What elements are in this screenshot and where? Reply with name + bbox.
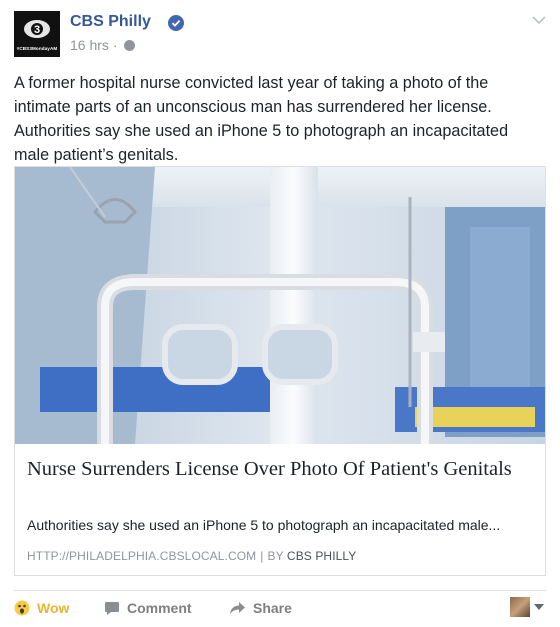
avatar-tag: #CBS3MondayAM [16,46,58,51]
link-domain: HTTP://PHILADELPHIA.CBSLOCAL.COM [27,549,257,563]
source-separator: | [260,549,264,563]
comment-icon [105,601,119,615]
meta-separator: · [112,37,118,53]
page-avatar[interactable]: 3 #CBS3MondayAM [14,11,60,57]
svg-text:3: 3 [34,24,40,36]
page-name-link[interactable]: CBS Philly [70,13,151,31]
caret-down-icon [534,604,544,610]
share-button[interactable]: Share [229,596,292,620]
link-preview-body[interactable]: Nurse Surrenders License Over Photo Of P… [15,444,545,575]
post-card: 3 #CBS3MondayAM CBS Philly 16 hrs · A fo… [0,0,560,627]
wow-reaction-button[interactable]: Wow [14,596,69,620]
link-preview-image[interactable] [15,167,545,444]
wow-label: Wow [37,600,70,616]
verified-badge-icon [168,15,184,31]
wow-emoji-icon [14,600,30,616]
actor-avatar [510,597,530,617]
link-preview-card[interactable]: Nurse Surrenders License Over Photo Of P… [14,166,546,576]
hospital-room-image [15,167,545,444]
post-message: A former hospital nurse convicted last y… [14,74,509,164]
cbs-eye-logo-icon: 3 [24,20,50,38]
link-source: HTTP://PHILADELPHIA.CBSLOCAL.COM | BY CBS … [27,549,356,563]
globe-icon [124,40,136,51]
link-author[interactable]: CBS PHILLY [287,549,356,563]
chevron-down-icon[interactable] [532,15,546,25]
post-header: 3 #CBS3MondayAM CBS Philly 16 hrs · [14,11,546,57]
comment-button[interactable]: Comment [104,596,192,620]
share-label: Share [253,600,292,616]
post-timestamp[interactable]: 16 hrs [70,37,109,53]
reaction-actor-selector[interactable] [510,596,546,618]
share-arrow-icon [230,602,245,614]
actions-divider [14,590,546,591]
action-bar: Wow Comment Share [14,596,546,620]
post-meta: 16 hrs · [70,37,136,53]
comment-label: Comment [127,600,192,616]
link-title[interactable]: Nurse Surrenders License Over Photo Of P… [27,456,533,483]
link-description: Authorities say she used an iPhone 5 to … [27,517,501,533]
by-label: BY [267,549,284,563]
